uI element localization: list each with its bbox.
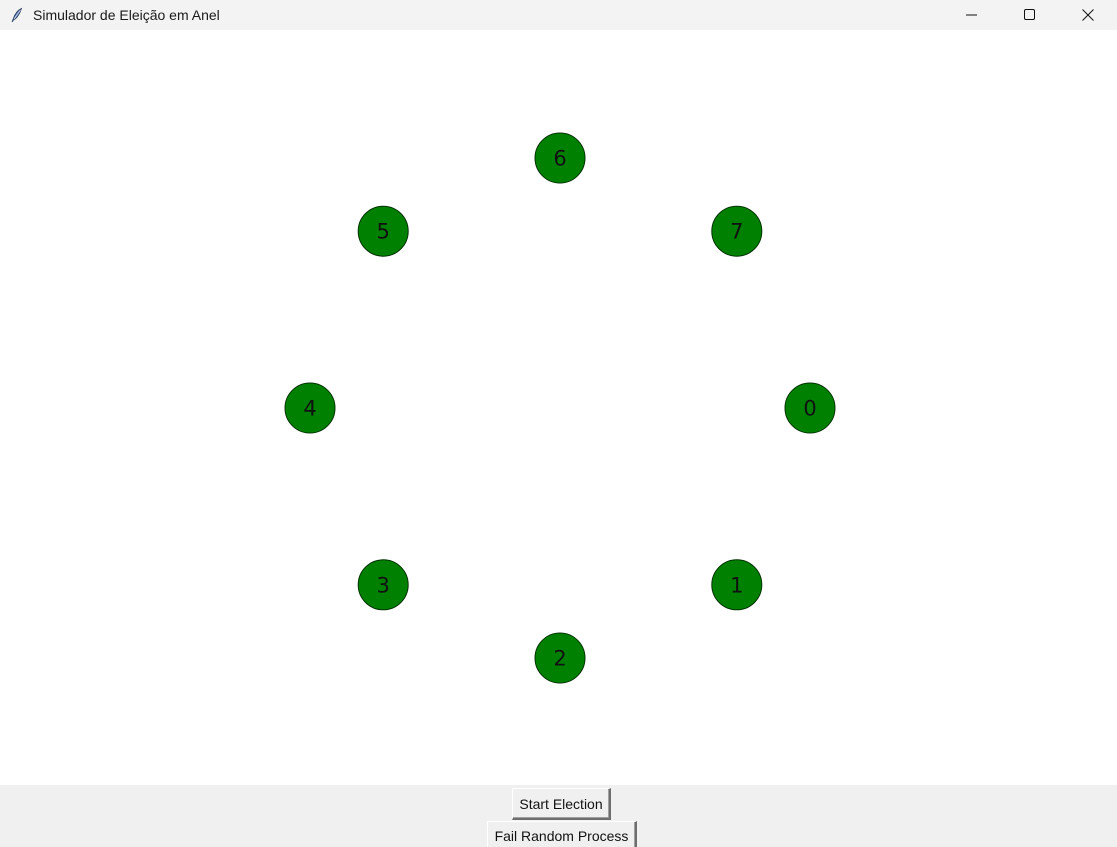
process-node-label: 3 xyxy=(377,573,390,597)
app-window: Simulador de Eleição em Anel 0 1 2 3 4 5 6 7 St… xyxy=(0,0,1117,847)
process-node-label: 2 xyxy=(553,647,566,671)
process-node-4: 4 xyxy=(284,382,336,434)
control-panel: Start Election Fail Random Process xyxy=(0,785,1117,847)
close-button[interactable] xyxy=(1059,0,1117,30)
process-node-label: 6 xyxy=(553,147,566,171)
window-controls xyxy=(943,0,1117,30)
process-node-0: 0 xyxy=(784,382,836,434)
process-node-label: 5 xyxy=(377,220,390,244)
process-node-3: 3 xyxy=(357,559,409,611)
fail-random-process-button[interactable]: Fail Random Process xyxy=(487,821,637,847)
process-node-2: 2 xyxy=(534,632,586,684)
minimize-button[interactable] xyxy=(943,0,1001,30)
process-node-7: 7 xyxy=(711,205,763,257)
minimize-icon xyxy=(966,14,977,16)
title-bar[interactable]: Simulador de Eleição em Anel xyxy=(0,0,1117,30)
process-node-label: 4 xyxy=(303,397,316,421)
process-node-5: 5 xyxy=(357,205,409,257)
process-node-1: 1 xyxy=(711,559,763,611)
window-title: Simulador de Eleição em Anel xyxy=(33,7,220,23)
maximize-button[interactable] xyxy=(1001,0,1059,30)
process-node-label: 1 xyxy=(730,573,743,597)
ring-canvas: 0 1 2 3 4 5 6 7 xyxy=(0,30,1117,785)
process-node-label: 0 xyxy=(803,397,816,421)
process-node-6: 6 xyxy=(534,132,586,184)
close-icon xyxy=(1082,9,1094,21)
start-election-button[interactable]: Start Election xyxy=(512,788,611,820)
maximize-icon xyxy=(1024,9,1035,20)
ring-diagram: 0 1 2 3 4 5 6 7 xyxy=(284,132,836,684)
process-node-label: 7 xyxy=(730,220,743,244)
feather-icon xyxy=(9,7,25,23)
